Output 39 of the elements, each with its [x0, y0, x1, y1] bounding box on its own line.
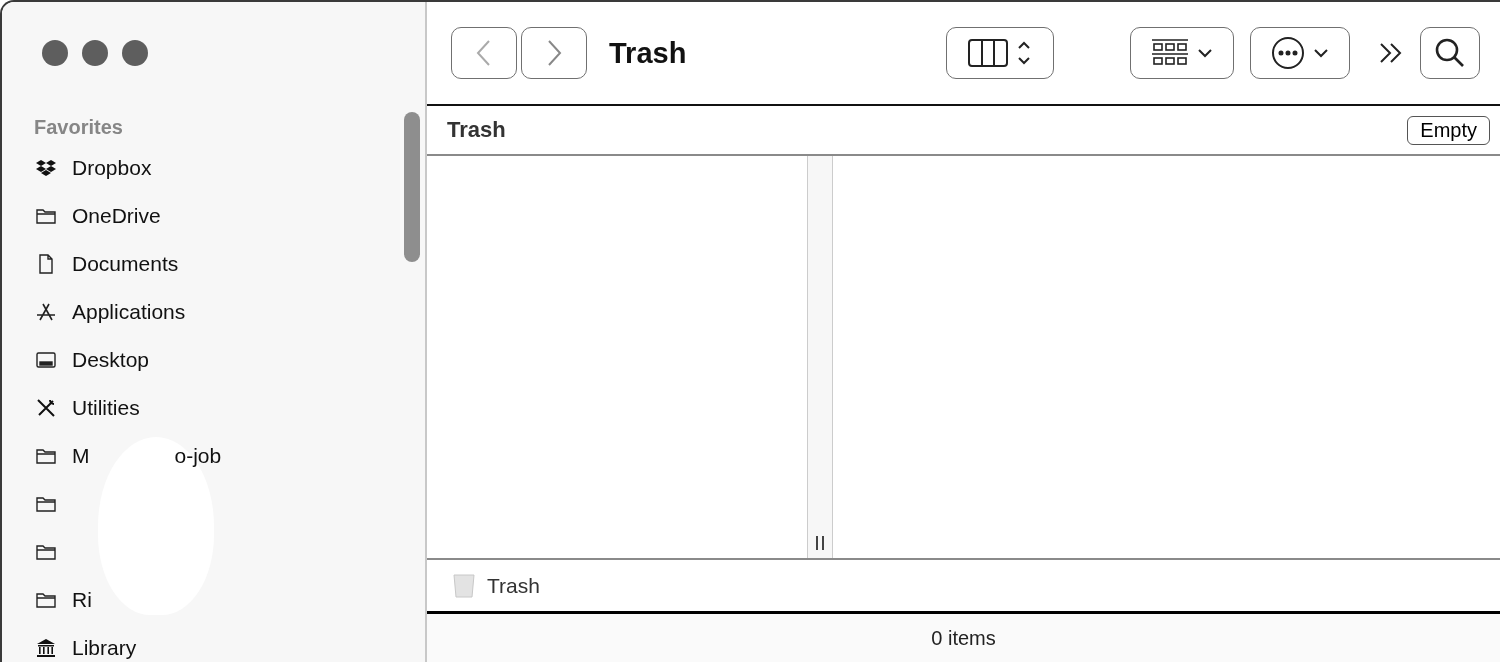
window-control[interactable] — [42, 40, 68, 66]
scrollbar-thumb[interactable] — [404, 112, 420, 262]
window-title: Trash — [609, 36, 687, 70]
dropbox-icon — [35, 157, 57, 179]
tools-icon — [35, 397, 57, 419]
path-title: Trash — [447, 117, 506, 143]
desktop-icon — [35, 349, 57, 371]
empty-button[interactable]: Empty — [1407, 115, 1490, 145]
section-heading: Favorites — [33, 115, 124, 140]
columns-icon — [968, 38, 1008, 68]
sidebar-item[interactable]: o-job — [174, 444, 222, 468]
group-button[interactable] — [1130, 27, 1234, 79]
window-control[interactable] — [122, 40, 148, 66]
app-store-icon — [35, 301, 57, 323]
sidebar-item[interactable]: Ri — [72, 588, 92, 612]
library-icon — [35, 637, 57, 659]
sidebar-item[interactable]: Applications — [72, 300, 186, 324]
sidebar-item[interactable]: Dropbox — [72, 156, 152, 180]
sidebar-item[interactable]: Library — [72, 636, 137, 660]
ellipsis-circle-icon — [1271, 36, 1305, 70]
search-icon — [1434, 37, 1466, 69]
sidebar-item[interactable]: Utilities — [72, 396, 140, 420]
sidebar-item[interactable]: Desktop — [72, 348, 150, 372]
path-item[interactable]: Trash — [487, 573, 540, 598]
sidebar-item[interactable]: M — [72, 444, 90, 468]
caret-icon — [1197, 47, 1213, 59]
status-text: 0 items — [931, 626, 996, 650]
caret-icon — [1313, 47, 1329, 59]
grid-icon — [1151, 38, 1189, 68]
more-button[interactable] — [1250, 27, 1350, 79]
trash-icon — [453, 572, 475, 599]
sidebar-item[interactable]: Documents — [72, 252, 179, 276]
view-button[interactable] — [946, 27, 1054, 79]
back-button[interactable] — [451, 27, 517, 79]
search-button[interactable] — [1420, 27, 1480, 79]
sidebar-item[interactable]: OneDrive — [72, 204, 161, 228]
window-control[interactable] — [82, 40, 108, 66]
resize-grip-icon[interactable] — [814, 536, 826, 550]
forward-button[interactable] — [521, 27, 587, 79]
